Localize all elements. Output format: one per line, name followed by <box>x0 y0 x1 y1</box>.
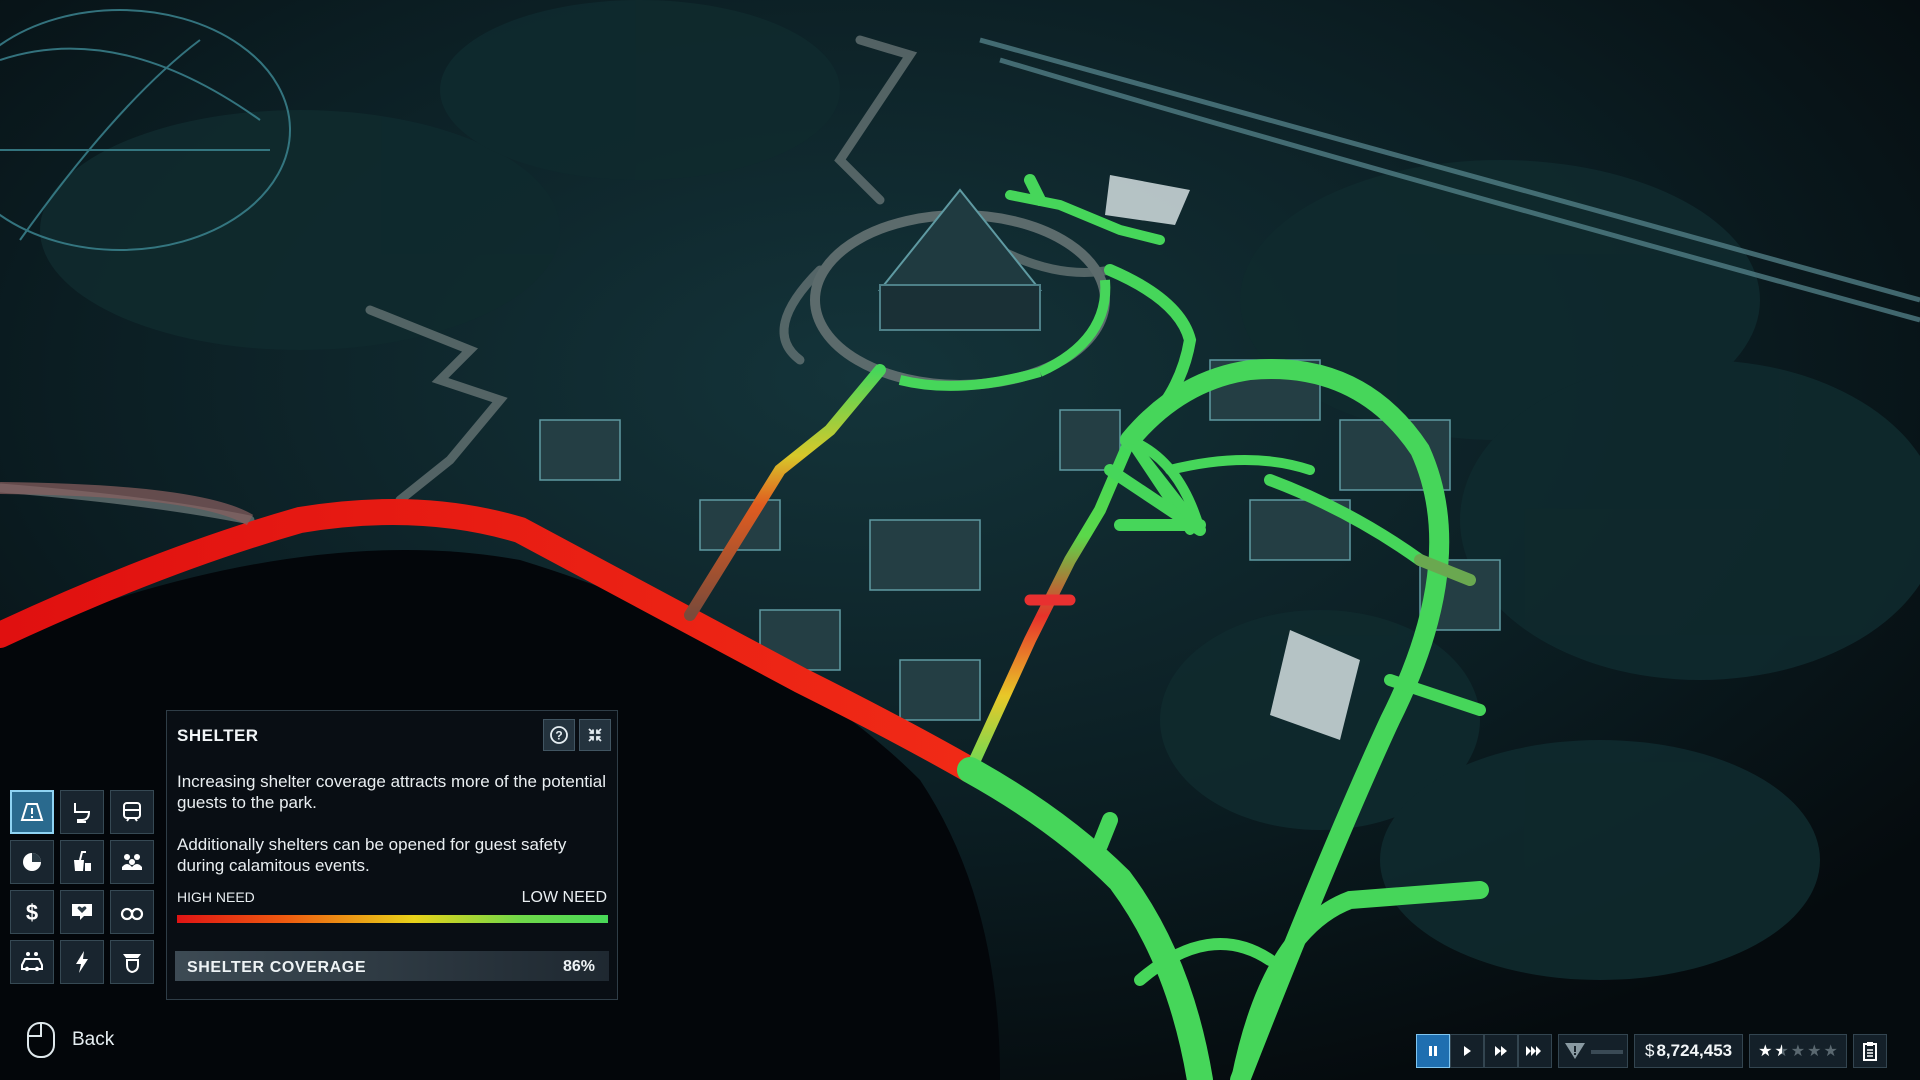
pause-icon <box>1429 1046 1437 1056</box>
description-coverage: Increasing shelter coverage attracts mor… <box>177 772 607 812</box>
tool-security[interactable] <box>110 940 154 984</box>
vehicle-icon <box>21 952 43 972</box>
coverage-label: SHELTER COVERAGE <box>187 959 367 976</box>
food-drink-icon <box>74 851 91 871</box>
power-icon <box>76 951 88 973</box>
guest-appeal-icon <box>23 853 41 871</box>
tool-vehicles[interactable] <box>10 940 54 984</box>
fast-forward-button[interactable] <box>1484 1034 1518 1068</box>
coverage-value: 86% <box>562 958 595 975</box>
security-icon <box>123 954 141 974</box>
panel-title: SHELTER <box>177 726 259 745</box>
play-button[interactable] <box>1450 1034 1484 1068</box>
objectives-button[interactable] <box>1852 1034 1887 1068</box>
svg-text:$: $ <box>26 900 38 925</box>
park-funds[interactable]: $ 8,724,453 <box>1634 1034 1744 1068</box>
warning-icon <box>1565 1043 1585 1059</box>
tool-shops[interactable] <box>60 890 104 934</box>
tool-power[interactable] <box>60 940 104 984</box>
mouse-icon <box>27 1022 55 1058</box>
shelter-overlay-panel: SHELTER ? Increasing shelter coverage at… <box>166 710 618 1000</box>
transport-icon <box>123 802 141 822</box>
shelter-icon <box>20 803 44 821</box>
money-icon: $ <box>26 900 38 925</box>
question-icon: ? <box>550 726 568 744</box>
currency-symbol: $ <box>1645 1041 1655 1060</box>
tool-transport[interactable] <box>110 790 154 834</box>
tool-viewing[interactable] <box>110 890 154 934</box>
viewing-icon <box>120 907 144 921</box>
star-empty-icon: ★ <box>1790 1043 1806 1060</box>
fastest-icon <box>1526 1046 1541 1056</box>
star-empty-icon: ★ <box>1807 1043 1822 1060</box>
panel-header: SHELTER ? <box>167 711 617 759</box>
shelter-coverage-meter: SHELTER COVERAGE 86% <box>175 951 609 981</box>
pause-button[interactable] <box>1416 1034 1450 1068</box>
legend-low-need: LOW NEED <box>521 889 607 906</box>
status-bar: $ 8,724,453 ★ ★ ★ ★ ★ ★ <box>1416 1032 1888 1070</box>
back-label: Back <box>72 1029 115 1050</box>
svg-text:?: ? <box>555 729 562 743</box>
collapse-icon <box>588 728 602 742</box>
legend-high-need: HIGH NEED <box>177 889 255 905</box>
star-empty-icon: ★ <box>1823 1043 1838 1060</box>
fast-forward-icon <box>1495 1046 1507 1056</box>
threat-meter[interactable] <box>1558 1034 1628 1068</box>
need-gradient-bar <box>177 915 608 923</box>
help-button[interactable]: ? <box>543 719 575 751</box>
park-rating[interactable]: ★ ★ ★ ★ ★ ★ <box>1749 1034 1847 1068</box>
toilet-icon <box>74 803 91 823</box>
star-half-icon: ★ ★ <box>1774 1043 1789 1060</box>
description-events: Additionally shelters can be opened for … <box>177 835 567 875</box>
back-button[interactable]: Back <box>26 1020 114 1060</box>
tool-crowds[interactable] <box>110 840 154 884</box>
tool-finances[interactable]: $ <box>10 890 54 934</box>
tool-shelter[interactable] <box>10 790 54 834</box>
money-amount: 8,724,453 <box>1656 1041 1733 1060</box>
threat-bar <box>1591 1050 1623 1054</box>
tool-guest-appeal[interactable] <box>10 840 54 884</box>
fastest-button[interactable] <box>1518 1034 1552 1068</box>
crowd-icon <box>122 854 142 870</box>
tool-toilets[interactable] <box>60 790 104 834</box>
collapse-button[interactable] <box>579 719 611 751</box>
overlay-toolbar: $ <box>10 790 158 984</box>
shop-icon <box>72 904 92 920</box>
tool-food-drink[interactable] <box>60 840 104 884</box>
clipboard-icon <box>1862 1042 1877 1061</box>
star-icon: ★ <box>1758 1043 1773 1060</box>
play-icon <box>1464 1046 1471 1056</box>
